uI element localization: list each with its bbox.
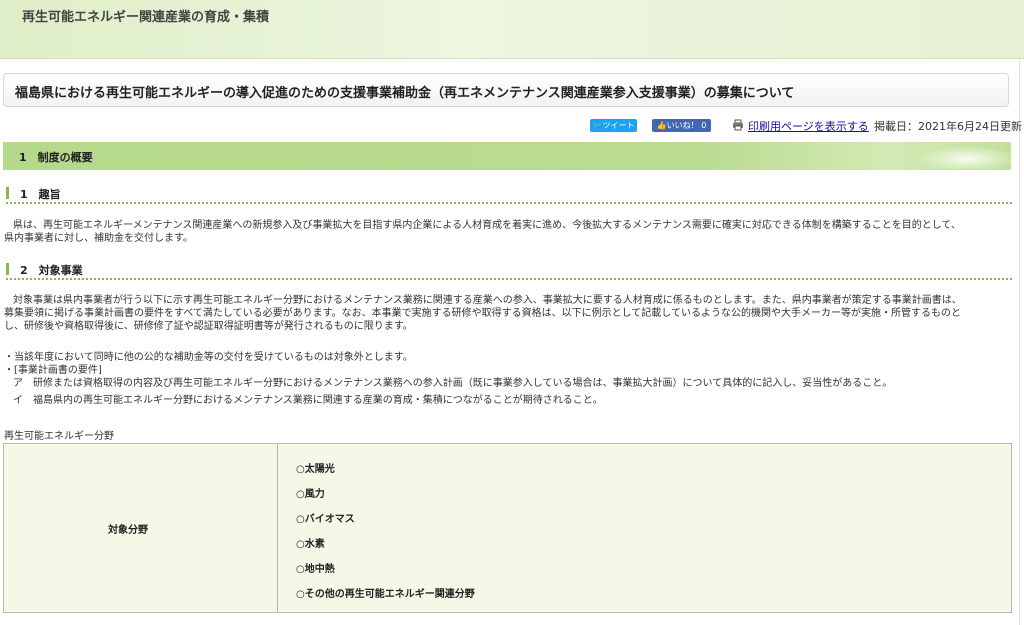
note-line: イ 福島県内の再生可能エネルギー分野におけるメンテナンス業務に関連する産業の育成… xyxy=(13,395,603,406)
heading-glow xyxy=(903,142,1011,170)
subheading-text: 2 対象事業 xyxy=(20,264,83,277)
tweet-label: ツイート xyxy=(602,121,635,130)
table-header-cell: 対象分野 xyxy=(4,444,278,612)
printer-icon xyxy=(733,119,743,131)
section-heading-text: 1 制度の概要 xyxy=(19,151,93,164)
thumbs-up-icon: 👍 xyxy=(656,121,667,130)
paragraph-line: 募集要領に掲げる事業計画書の要件をすべて満たしている必要があります。なお、本事業… xyxy=(4,308,961,319)
field-item: ○地中熱 xyxy=(296,564,335,575)
right-divider xyxy=(1019,0,1020,625)
subheading-target-business: 2 対象事業 xyxy=(6,260,1012,280)
table-caption: 再生可能エネルギー分野 xyxy=(4,431,114,442)
tweet-button[interactable]: 🐦ツイート xyxy=(590,119,637,132)
note-line: ・[事業計画書の要件] xyxy=(4,365,102,376)
subheading-purpose: 1 趣旨 xyxy=(6,184,1012,204)
banner-title: 再生可能エネルギー関連産業の育成・集積 xyxy=(22,10,270,25)
subheading-text: 1 趣旨 xyxy=(20,188,61,201)
field-item: ○太陽光 xyxy=(296,464,335,475)
heading-marker xyxy=(6,187,9,199)
table-header-label: 対象分野 xyxy=(108,525,148,536)
bird-icon: 🐦 xyxy=(592,121,603,130)
paragraph-line: し、研修後や資格取得後に、研修修了証や認証取得証明書等が発行されるものに限ります… xyxy=(4,321,413,332)
paragraph-line: 対象事業は県内事業者が行う以下に示す再生可能エネルギー分野におけるメンテナンス業… xyxy=(13,295,962,306)
paragraph-line: 県内事業者に対し、補助金を交付します。 xyxy=(4,233,193,244)
like-button[interactable]: 👍いいね！ 0 xyxy=(652,119,711,132)
published-date: 掲載日：2021年6月24日更新 xyxy=(874,120,1022,133)
target-fields-table: 対象分野 xyxy=(3,443,1012,613)
print-page-link[interactable]: 印刷用ページを表示する xyxy=(748,118,869,134)
field-item: ○水素 xyxy=(296,539,325,550)
field-item: ○風力 xyxy=(296,489,325,500)
field-item: ○その他の再生可能エネルギー関連分野 xyxy=(296,589,475,600)
heading-marker xyxy=(6,263,9,275)
note-line: ・当該年度において同時に他の公的な補助金等の交付を受けているものは対象外とします… xyxy=(4,352,413,363)
page-title-box: 福島県における再生可能エネルギーの導入促進のための支援事業補助金（再エネメンテナ… xyxy=(3,73,1009,107)
field-item: ○バイオマス xyxy=(296,514,355,525)
page-title: 福島県における再生可能エネルギーの導入促進のための支援事業補助金（再エネメンテナ… xyxy=(15,86,795,101)
like-label: いいね！ 0 xyxy=(666,121,707,130)
section-banner: 再生可能エネルギー関連産業の育成・集積 xyxy=(0,0,1024,59)
note-line: ア 研修または資格取得の内容及び再生可能エネルギー分野におけるメンテナンス業務へ… xyxy=(13,378,893,389)
paragraph-line: 県は、再生可能エネルギーメンテナンス関連産業への新規参入及び事業拡大を目指す県内… xyxy=(13,220,961,231)
section-heading-overview: 1 制度の概要 xyxy=(3,142,1011,170)
